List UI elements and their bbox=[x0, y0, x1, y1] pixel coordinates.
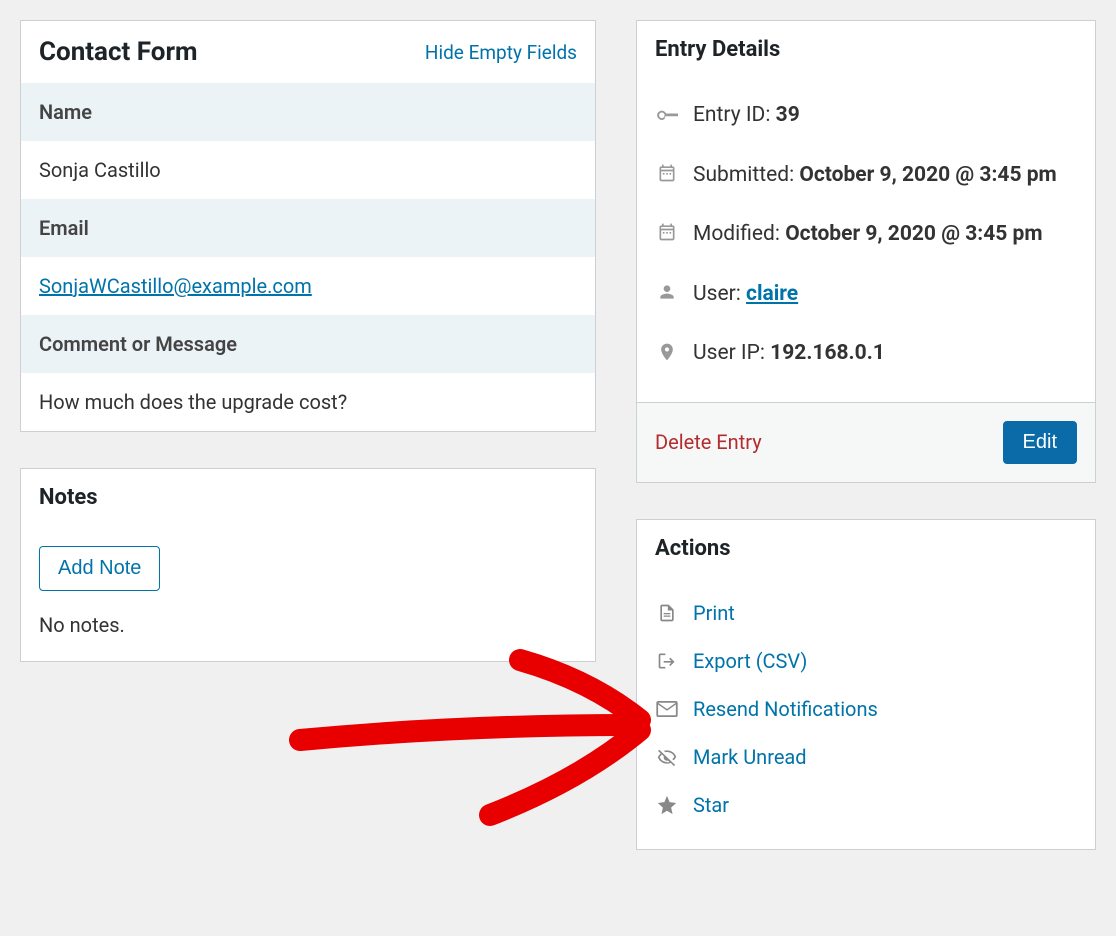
add-note-button[interactable]: Add Note bbox=[39, 546, 160, 591]
action-print-label: Print bbox=[693, 601, 735, 625]
document-icon bbox=[655, 602, 679, 624]
entry-id-label: Entry ID: bbox=[693, 103, 776, 127]
export-icon bbox=[655, 651, 679, 671]
hide-empty-fields-link[interactable]: Hide Empty Fields bbox=[425, 41, 577, 64]
entry-id-value: 39 bbox=[776, 103, 800, 127]
key-icon bbox=[655, 103, 679, 125]
calendar-icon bbox=[655, 163, 679, 183]
delete-entry-link[interactable]: Delete Entry bbox=[655, 430, 762, 454]
contact-form-title: Contact Form bbox=[39, 37, 198, 67]
entry-id-row: Entry ID: 39 bbox=[655, 86, 1077, 146]
star-icon bbox=[655, 794, 679, 816]
submitted-value: October 9, 2020 @ 3:45 pm bbox=[799, 163, 1056, 187]
field-value-comment: How much does the upgrade cost? bbox=[21, 373, 595, 431]
actions-title: Actions bbox=[637, 520, 1095, 577]
modified-row: Modified: October 9, 2020 @ 3:45 pm bbox=[655, 205, 1077, 265]
user-ip-value: 192.168.0.1 bbox=[770, 341, 885, 365]
field-label-name: Name bbox=[21, 83, 595, 141]
action-mark-unread[interactable]: Mark Unread bbox=[655, 733, 1077, 781]
submitted-label: Submitted: bbox=[693, 163, 799, 187]
contact-form-panel: Contact Form Hide Empty Fields Name Sonj… bbox=[20, 20, 596, 432]
modified-label: Modified: bbox=[693, 222, 785, 246]
field-value-email: SonjaWCastillo@example.com bbox=[21, 257, 595, 315]
mail-icon bbox=[655, 701, 679, 717]
action-print[interactable]: Print bbox=[655, 589, 1077, 637]
action-export-label: Export (CSV) bbox=[693, 649, 807, 673]
no-notes-text: No notes. bbox=[39, 613, 577, 637]
action-star[interactable]: Star bbox=[655, 781, 1077, 829]
field-value-name: Sonja Castillo bbox=[21, 141, 595, 199]
modified-value: October 9, 2020 @ 3:45 pm bbox=[785, 222, 1042, 246]
edit-button[interactable]: Edit bbox=[1003, 421, 1077, 464]
action-mark-unread-label: Mark Unread bbox=[693, 745, 807, 769]
eye-slash-icon bbox=[655, 747, 679, 767]
user-icon bbox=[655, 282, 679, 302]
notes-panel: Notes Add Note No notes. bbox=[20, 468, 596, 662]
user-ip-label: User IP: bbox=[693, 341, 770, 365]
action-export[interactable]: Export (CSV) bbox=[655, 637, 1077, 685]
action-star-label: Star bbox=[693, 793, 729, 817]
user-row: User: claire bbox=[655, 265, 1077, 325]
entry-details-panel: Entry Details Entry ID: 39 Submitted: Oc… bbox=[636, 20, 1096, 483]
field-label-comment: Comment or Message bbox=[21, 315, 595, 373]
user-link[interactable]: claire bbox=[746, 282, 798, 306]
entry-details-title: Entry Details bbox=[637, 21, 1095, 78]
actions-panel: Actions Print Export (CSV) bbox=[636, 519, 1096, 850]
user-ip-row: User IP: 192.168.0.1 bbox=[655, 324, 1077, 384]
notes-title: Notes bbox=[21, 469, 595, 526]
action-resend-label: Resend Notifications bbox=[693, 697, 878, 721]
field-label-email: Email bbox=[21, 199, 595, 257]
action-resend[interactable]: Resend Notifications bbox=[655, 685, 1077, 733]
submitted-row: Submitted: October 9, 2020 @ 3:45 pm bbox=[655, 146, 1077, 206]
email-link[interactable]: SonjaWCastillo@example.com bbox=[39, 274, 312, 298]
location-icon bbox=[655, 341, 679, 363]
calendar-icon bbox=[655, 222, 679, 242]
user-label: User: bbox=[693, 282, 746, 306]
